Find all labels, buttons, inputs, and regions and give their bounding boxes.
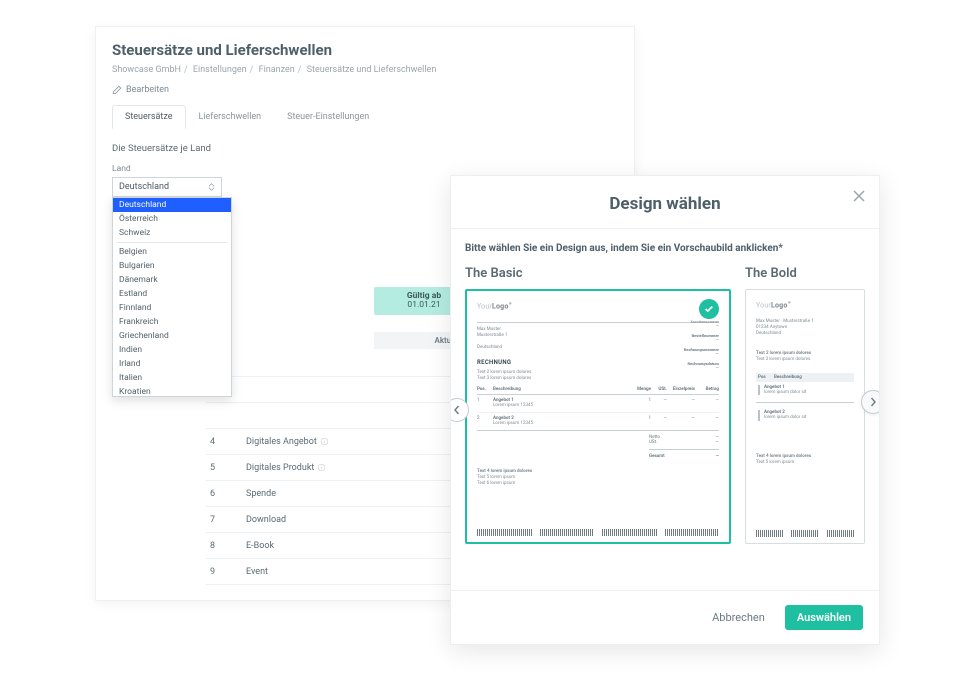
chevron-left-icon bbox=[452, 405, 462, 415]
country-option[interactable]: Italien bbox=[113, 371, 231, 385]
invoice-meta: Kundennummer— Bestellnummer— Rechnungsnu… bbox=[684, 319, 719, 372]
country-option[interactable]: Belgien bbox=[113, 245, 231, 259]
design-card-basic: The Basic YourLogo● Max Muster Musterstr… bbox=[465, 266, 731, 544]
country-option[interactable]: Kroatien bbox=[113, 385, 231, 397]
country-option[interactable]: Dänemark bbox=[113, 273, 231, 287]
info-icon[interactable] bbox=[317, 463, 326, 472]
edit-button[interactable]: Bearbeiten bbox=[112, 85, 618, 95]
design-preview-basic[interactable]: YourLogo● Max Muster Musterstraße 1 Deut… bbox=[465, 289, 731, 544]
selected-badge bbox=[699, 299, 719, 319]
country-dropdown[interactable]: Deutschland Österreich Schweiz Belgien B… bbox=[112, 197, 232, 397]
crumb-company[interactable]: Showcase GmbH bbox=[112, 65, 181, 75]
logo-placeholder: YourLogo● bbox=[477, 301, 719, 310]
design-title: The Bold bbox=[745, 266, 865, 281]
barcode-row bbox=[477, 529, 719, 536]
country-option[interactable]: Irland bbox=[113, 357, 231, 371]
check-icon bbox=[704, 304, 714, 314]
design-title: The Basic bbox=[465, 266, 731, 281]
crumb-settings[interactable]: Einstellungen bbox=[193, 65, 247, 75]
design-card-bold: The Bold YourLogo● Max Muster · Musterst… bbox=[745, 266, 865, 544]
close-icon bbox=[851, 188, 867, 204]
modal-footer: Abbrechen Auswählen bbox=[451, 590, 879, 644]
country-option[interactable]: Bulgarien bbox=[113, 259, 231, 273]
tab-rates[interactable]: Steuersätze bbox=[112, 105, 186, 129]
chevron-right-icon bbox=[868, 397, 878, 407]
carousel-next-button[interactable] bbox=[861, 390, 879, 414]
modal-header: Design wählen bbox=[451, 176, 879, 229]
country-option[interactable]: Deutschland bbox=[113, 198, 231, 212]
country-select[interactable]: Deutschland bbox=[112, 177, 222, 197]
page-title: Steuersätze und Lieferschwellen bbox=[112, 41, 618, 59]
section-heading: Die Steuersätze je Land bbox=[112, 143, 618, 154]
country-label: Land bbox=[112, 164, 618, 174]
pencil-icon bbox=[112, 85, 122, 95]
select-caret-icon bbox=[207, 183, 215, 191]
country-option[interactable]: Österreich bbox=[113, 212, 231, 226]
design-preview-bold[interactable]: YourLogo● Max Muster · Musterstraße 1 01… bbox=[745, 289, 865, 544]
modal-title: Design wählen bbox=[467, 194, 863, 214]
design-modal: Design wählen Bitte wählen Sie ein Desig… bbox=[450, 175, 880, 645]
country-option[interactable]: Griechenland bbox=[113, 329, 231, 343]
tab-thresholds[interactable]: Lieferschwellen bbox=[186, 105, 275, 129]
country-option[interactable]: Schweiz bbox=[113, 226, 231, 240]
modal-hint: Bitte wählen Sie ein Design aus, indem S… bbox=[465, 243, 865, 254]
breadcrumb: Showcase GmbH/ Einstellungen/ Finanzen/ … bbox=[112, 65, 618, 75]
logo-placeholder: YourLogo● bbox=[756, 300, 854, 309]
country-option[interactable]: Frankreich bbox=[113, 315, 231, 329]
country-option[interactable]: Finnland bbox=[113, 301, 231, 315]
tab-tax-settings[interactable]: Steuer-Einstellungen bbox=[274, 105, 382, 129]
info-icon[interactable] bbox=[320, 437, 329, 446]
crumb-current: Steuersätze und Lieferschwellen bbox=[307, 65, 437, 75]
dropdown-separator bbox=[117, 242, 227, 243]
barcode-row bbox=[756, 530, 854, 537]
crumb-finance[interactable]: Finanzen bbox=[259, 65, 295, 75]
select-button[interactable]: Auswählen bbox=[785, 605, 863, 630]
close-button[interactable] bbox=[851, 188, 867, 204]
tabs: Steuersätze Lieferschwellen Steuer-Einst… bbox=[112, 105, 618, 129]
country-option[interactable]: Estland bbox=[113, 287, 231, 301]
modal-body: Bitte wählen Sie ein Design aus, indem S… bbox=[451, 229, 879, 590]
country-option[interactable]: Indien bbox=[113, 343, 231, 357]
cancel-button[interactable]: Abbrechen bbox=[702, 605, 775, 630]
